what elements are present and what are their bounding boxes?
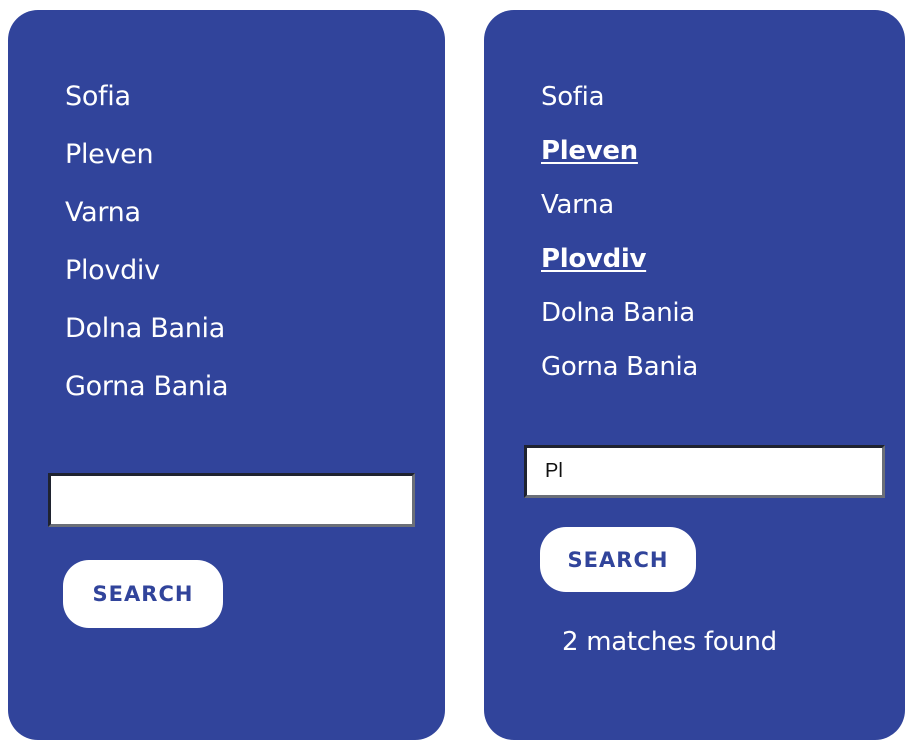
town-item: Gorna Bania bbox=[541, 352, 699, 382]
town-item: Dolna Bania bbox=[65, 313, 225, 344]
town-item: Varna bbox=[541, 190, 614, 220]
town-item: Pleven bbox=[65, 139, 154, 170]
town-list: Sofia Pleven Varna Plovdiv Dolna Bania G… bbox=[541, 80, 698, 404]
town-item-match: Plovdiv bbox=[541, 244, 647, 274]
town-item: Dolna Bania bbox=[541, 298, 695, 328]
town-item: Sofia bbox=[65, 81, 131, 112]
town-search-panel-before: Sofia Pleven Varna Plovdiv Dolna Bania G… bbox=[8, 10, 445, 740]
town-item: Plovdiv bbox=[65, 255, 160, 286]
search-button[interactable]: SEARCH bbox=[540, 527, 696, 592]
town-search-panel-after: Sofia Pleven Varna Plovdiv Dolna Bania G… bbox=[484, 10, 905, 740]
town-item-match: Pleven bbox=[541, 136, 638, 166]
town-item: Varna bbox=[65, 197, 141, 228]
search-button[interactable]: SEARCH bbox=[63, 560, 223, 628]
search-input[interactable] bbox=[48, 473, 415, 527]
search-input[interactable] bbox=[524, 445, 885, 498]
town-item: Gorna Bania bbox=[65, 371, 229, 402]
town-list: Sofia Pleven Varna Plovdiv Dolna Bania G… bbox=[65, 80, 229, 428]
town-item: Sofia bbox=[541, 82, 605, 112]
match-count-text: 2 matches found bbox=[562, 627, 777, 657]
